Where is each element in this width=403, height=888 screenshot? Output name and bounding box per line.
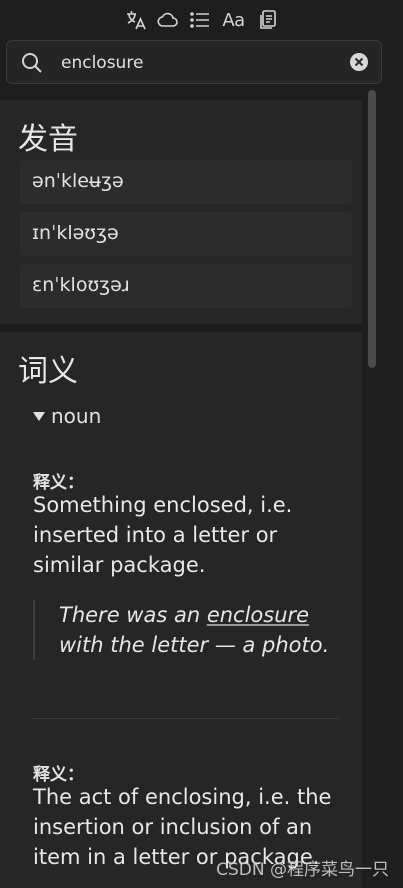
search-input[interactable] bbox=[61, 52, 331, 74]
font-size-icon[interactable]: Aa bbox=[220, 6, 248, 34]
translate-icon[interactable] bbox=[124, 6, 148, 34]
part-of-speech-toggle[interactable]: noun bbox=[33, 404, 101, 428]
dictionary-app: Aa 发音 ənˈkleʉʒə ɪnˈkləʊʒə bbox=[0, 0, 403, 888]
triangle-down-icon bbox=[33, 411, 45, 421]
example-quote: There was an enclosure with the letter —… bbox=[33, 600, 341, 660]
example-highlight: enclosure bbox=[206, 603, 310, 627]
pronunciation-item[interactable]: ənˈkleʉʒə bbox=[20, 160, 352, 204]
sense-divider bbox=[33, 718, 339, 719]
part-of-speech-label: noun bbox=[51, 404, 102, 428]
pronunciation-text: ənˈkleʉʒə bbox=[32, 170, 124, 192]
cloud-icon[interactable] bbox=[156, 6, 180, 34]
list-icon[interactable] bbox=[188, 6, 212, 34]
toolbar: Aa bbox=[0, 0, 403, 40]
example-after: with the letter — a photo. bbox=[59, 633, 330, 657]
scrollbar-thumb[interactable] bbox=[368, 90, 376, 368]
font-size-label: Aa bbox=[222, 9, 245, 31]
example-before: There was an bbox=[59, 603, 207, 627]
search-bar bbox=[6, 40, 382, 84]
definition-title: 词义 bbox=[18, 354, 78, 389]
pronunciation-title: 发音 bbox=[18, 122, 78, 157]
copy-icon[interactable] bbox=[256, 6, 280, 34]
pronunciation-text: ɛnˈkloʊʒəɹ bbox=[32, 274, 130, 296]
pronunciation-text: ɪnˈkləʊʒə bbox=[32, 222, 119, 244]
example-text: There was an enclosure with the letter —… bbox=[59, 600, 349, 660]
clear-search-icon[interactable] bbox=[350, 53, 368, 71]
search-icon bbox=[20, 51, 44, 79]
sense-text: Something enclosed, i.e. inserted into a… bbox=[33, 493, 293, 577]
watermark: CSDN @程序菜鸟一只 bbox=[216, 860, 389, 880]
pronunciation-item[interactable]: ɪnˈkləʊʒə bbox=[20, 212, 352, 256]
pronunciation-item[interactable]: ɛnˈkloʊʒəɹ bbox=[20, 264, 352, 308]
